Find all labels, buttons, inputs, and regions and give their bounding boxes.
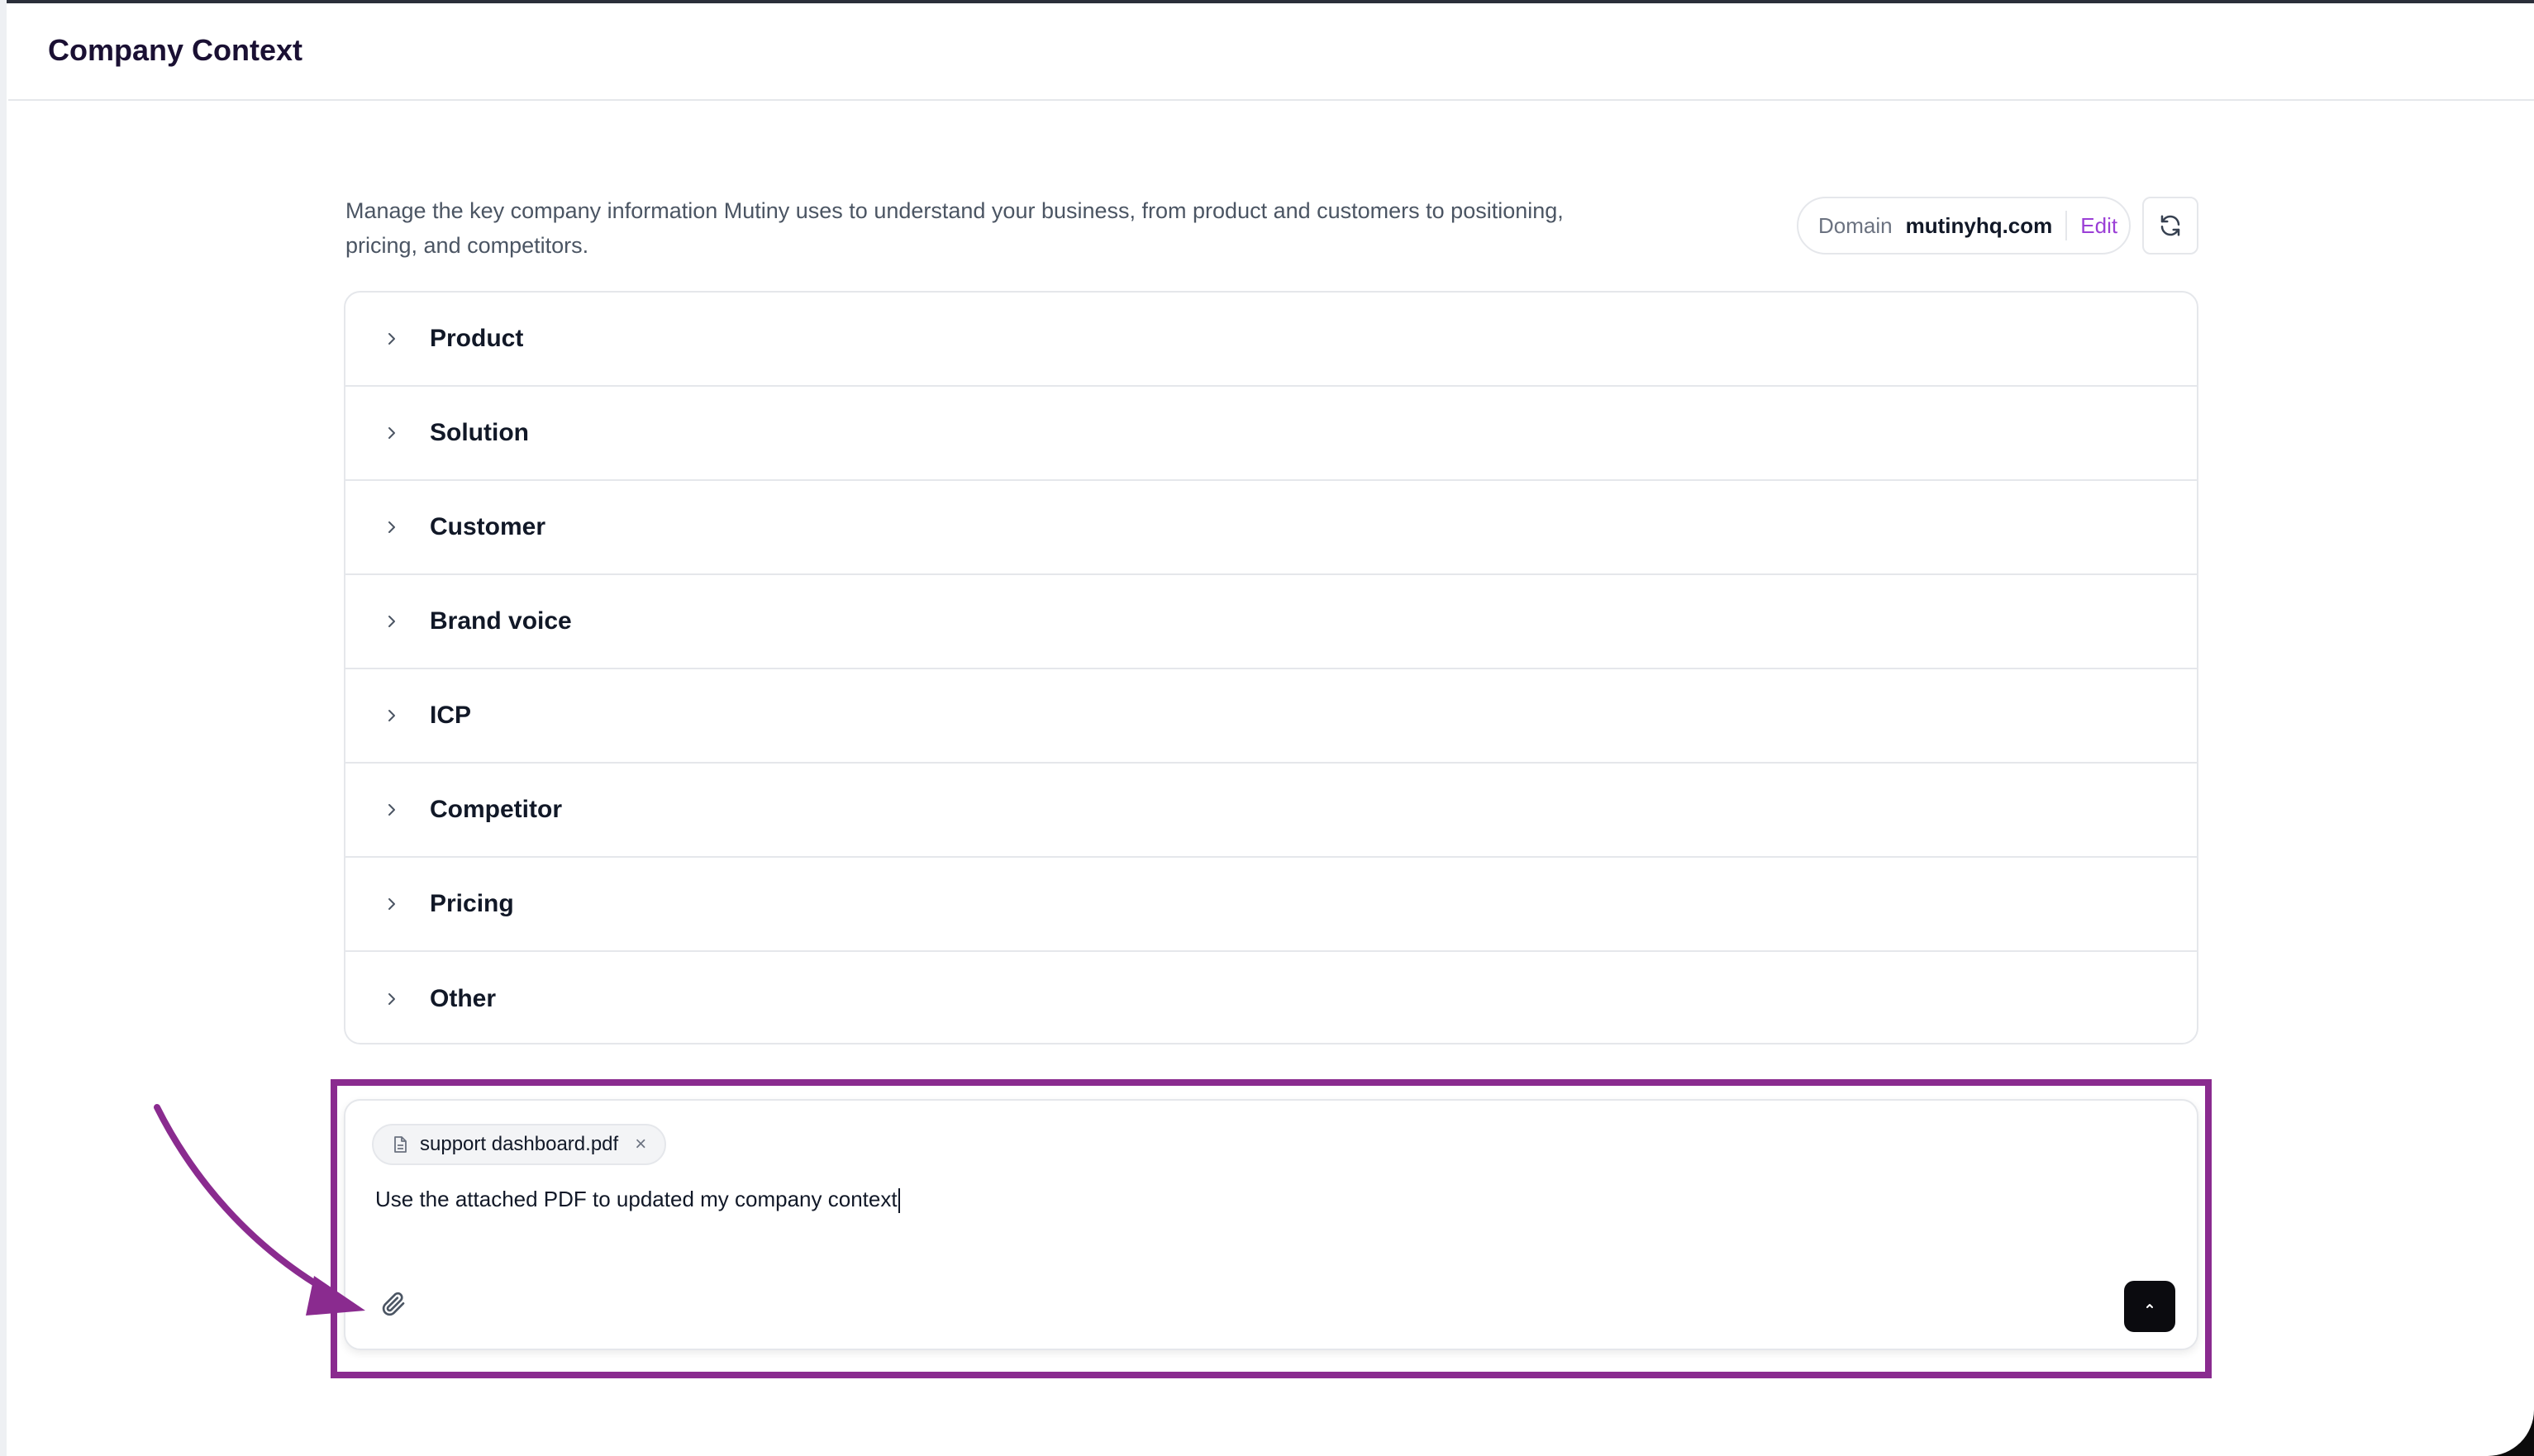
section-label: ICP xyxy=(430,702,472,729)
page-description: Manage the key company information Mutin… xyxy=(345,198,1564,258)
annotation-highlight-box xyxy=(331,1079,2212,1378)
annotation-arrow xyxy=(154,1104,365,1316)
section-customer[interactable]: Customer xyxy=(345,481,2197,575)
section-label: Customer xyxy=(430,513,546,540)
section-label: Brand voice xyxy=(430,607,572,635)
refresh-icon xyxy=(2160,215,2180,236)
chevron-right-icon xyxy=(383,991,400,1007)
section-label: Solution xyxy=(430,419,529,446)
domain-divider xyxy=(2065,211,2068,240)
domain-label: Domain xyxy=(1818,212,1893,238)
chevron-right-icon xyxy=(383,802,400,818)
window-left-edge xyxy=(0,0,7,1456)
chevron-right-icon xyxy=(383,707,400,724)
domain-pill: Domain mutinyhq.com Edit xyxy=(1797,197,2131,255)
chevron-right-icon xyxy=(383,519,400,535)
chevron-right-icon xyxy=(383,613,400,630)
page-header: Company Context xyxy=(8,3,2534,101)
section-brand-voice[interactable]: Brand voice xyxy=(345,575,2197,669)
section-solution[interactable]: Solution xyxy=(345,387,2197,481)
section-label: Product xyxy=(430,325,524,352)
domain-edit-button[interactable]: Edit xyxy=(2080,213,2117,239)
domain-value: mutinyhq.com xyxy=(1905,212,2053,238)
chevron-right-icon xyxy=(383,425,400,441)
section-competitor[interactable]: Competitor xyxy=(345,764,2197,858)
page-title: Company Context xyxy=(48,33,303,67)
section-label: Other xyxy=(430,985,497,1012)
section-icp[interactable]: ICP xyxy=(345,669,2197,764)
section-pricing[interactable]: Pricing xyxy=(345,858,2197,952)
company-context-sections: Product Solution Customer Brand voice IC… xyxy=(344,291,2198,1044)
refresh-button[interactable] xyxy=(2142,197,2198,255)
section-product[interactable]: Product xyxy=(345,293,2197,387)
section-label: Competitor xyxy=(430,796,562,823)
section-label: Pricing xyxy=(430,890,514,917)
chevron-right-icon xyxy=(383,896,400,912)
window-corner xyxy=(2468,1390,2534,1456)
section-other[interactable]: Other xyxy=(345,952,2197,1043)
chevron-right-icon xyxy=(383,331,400,347)
